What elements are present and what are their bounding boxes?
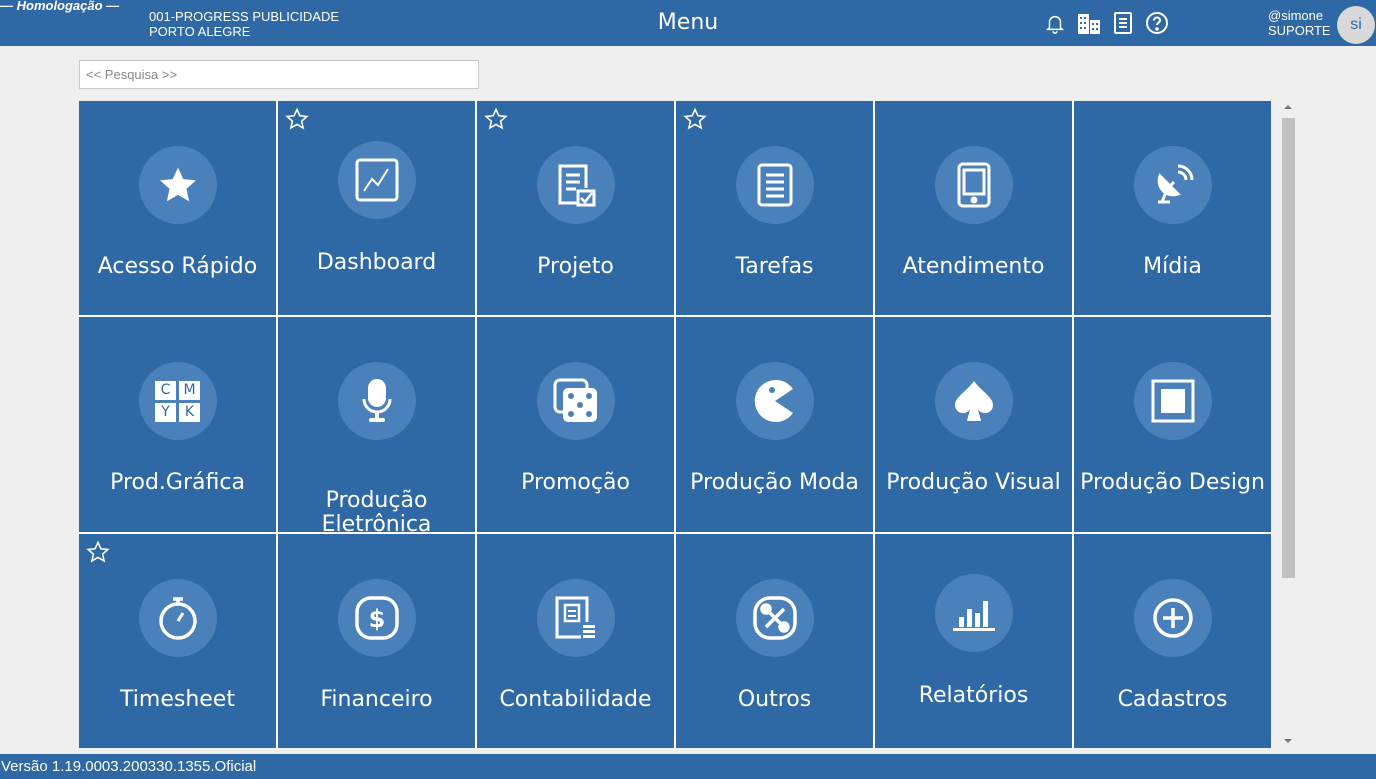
user-info: @simone SUPORTE [1268, 8, 1331, 38]
satellite-dish-icon [1133, 146, 1212, 224]
favorite-star-icon[interactable] [484, 107, 508, 131]
company-info: 001-PROGRESS PUBLICIDADE PORTO ALEGRE [149, 9, 339, 39]
tile-producao-eletronica[interactable]: Produção Eletrônica [278, 317, 475, 537]
scroll-up-arrow-icon[interactable] [1284, 105, 1292, 109]
tile-acesso-rapido[interactable]: Acesso Rápido [79, 101, 276, 316]
chart-icon [337, 141, 416, 219]
bar-chart-icon [934, 573, 1013, 652]
dice-icon [536, 362, 615, 441]
cmyk-cell: M [179, 380, 200, 400]
tile-contabilidade[interactable]: Contabilidade [477, 533, 674, 748]
tile-label: Acesso Rápido [97, 254, 258, 279]
tile-timesheet[interactable]: Timesheet [79, 533, 276, 748]
tile-label: Prod.Gráfica [110, 470, 245, 496]
tile-outros[interactable]: Outros [676, 533, 873, 748]
cmyk-cell: Y [155, 402, 176, 422]
tile-label: Timesheet [120, 686, 235, 712]
tile-tarefas[interactable]: Tarefas [676, 101, 873, 316]
company-city: PORTO ALEGRE [149, 24, 251, 39]
project-doc-icon [536, 146, 615, 224]
tile-promocao[interactable]: Promoção [477, 317, 674, 532]
menu-grid: Acesso Rápido Dashboard Projeto Tarefas … [79, 101, 1271, 748]
tile-label: Produção Visual [886, 470, 1061, 496]
tile-label: Promoção [521, 470, 630, 496]
user-role: SUPORTE [1268, 23, 1331, 38]
buildings-icon[interactable] [1077, 11, 1101, 35]
search-input[interactable] [79, 60, 479, 89]
tile-label: Mídia [1143, 254, 1202, 279]
tile-label: Produção Moda [690, 470, 859, 496]
environment-label: — Homologação — [0, 0, 120, 13]
accounting-icon [536, 578, 615, 657]
version-footer: Versão 1.19.0003.200330.1355.Oficial [0, 754, 1376, 779]
tile-dashboard[interactable]: Dashboard [278, 101, 475, 316]
tile-producao-visual[interactable]: Produção Visual [875, 317, 1072, 532]
favorite-star-icon[interactable] [86, 540, 110, 564]
tile-prod-grafica[interactable]: C M Y K Prod.Gráfica [79, 317, 276, 532]
bell-icon[interactable] [1043, 11, 1067, 35]
tile-label: Dashboard [316, 250, 437, 275]
scroll-down-arrow-icon[interactable] [1284, 739, 1292, 743]
avatar[interactable]: si [1337, 6, 1375, 44]
company-name: 001-PROGRESS PUBLICIDADE [149, 9, 340, 24]
tile-relatorios[interactable]: Relatórios [875, 533, 1072, 748]
square-icon [1133, 362, 1212, 441]
top-bar: — Homologação — 001-PROGRESS PUBLICIDADE… [0, 0, 1376, 46]
tablet-icon [934, 146, 1013, 224]
tile-cadastros[interactable]: Cadastros [1074, 533, 1271, 748]
tile-label: Relatórios [918, 682, 1029, 708]
cmyk-cell: K [179, 402, 200, 422]
pacman-icon [735, 362, 814, 441]
tile-label: Projeto [537, 254, 614, 279]
tile-label: Tarefas [735, 254, 814, 279]
tile-financeiro[interactable]: $ Financeiro [278, 533, 475, 748]
tile-midia[interactable]: Mídia [1074, 101, 1271, 316]
svg-text:$: $ [368, 605, 385, 633]
cmyk-icon: C M Y K [138, 362, 217, 441]
tile-label: Outros [737, 686, 812, 712]
header-actions [1043, 11, 1169, 35]
tile-label: Contabilidade [499, 686, 652, 712]
tile-label: Produção Design [1080, 470, 1265, 496]
tile-label: Produção Eletrônica [321, 488, 432, 538]
favorite-star-icon[interactable] [285, 107, 309, 131]
tile-projeto[interactable]: Projeto [477, 101, 674, 316]
scroll-thumb[interactable] [1282, 118, 1295, 578]
tile-atendimento[interactable]: Atendimento [875, 101, 1072, 316]
vertical-scrollbar[interactable] [1280, 103, 1297, 747]
document-icon[interactable] [1111, 11, 1135, 35]
dollar-icon: $ [337, 578, 416, 657]
task-list-icon [735, 146, 814, 224]
tile-producao-moda[interactable]: Produção Moda [676, 317, 873, 532]
microphone-icon [337, 362, 416, 441]
tile-producao-design[interactable]: Produção Design [1074, 317, 1271, 532]
tile-label: Financeiro [320, 686, 433, 712]
tools-icon [735, 578, 814, 657]
tile-label: Cadastros [1117, 686, 1228, 712]
favorite-star-icon[interactable] [683, 107, 707, 131]
tile-label: Atendimento [902, 254, 1045, 279]
help-icon[interactable] [1145, 11, 1169, 35]
plus-circle-icon [1133, 578, 1212, 657]
stopwatch-icon [138, 578, 217, 657]
cmyk-cell: C [155, 380, 176, 400]
spade-icon [934, 362, 1013, 441]
page-title: Menu [657, 10, 719, 35]
user-handle: @simone [1268, 8, 1324, 23]
star-icon [138, 146, 217, 224]
